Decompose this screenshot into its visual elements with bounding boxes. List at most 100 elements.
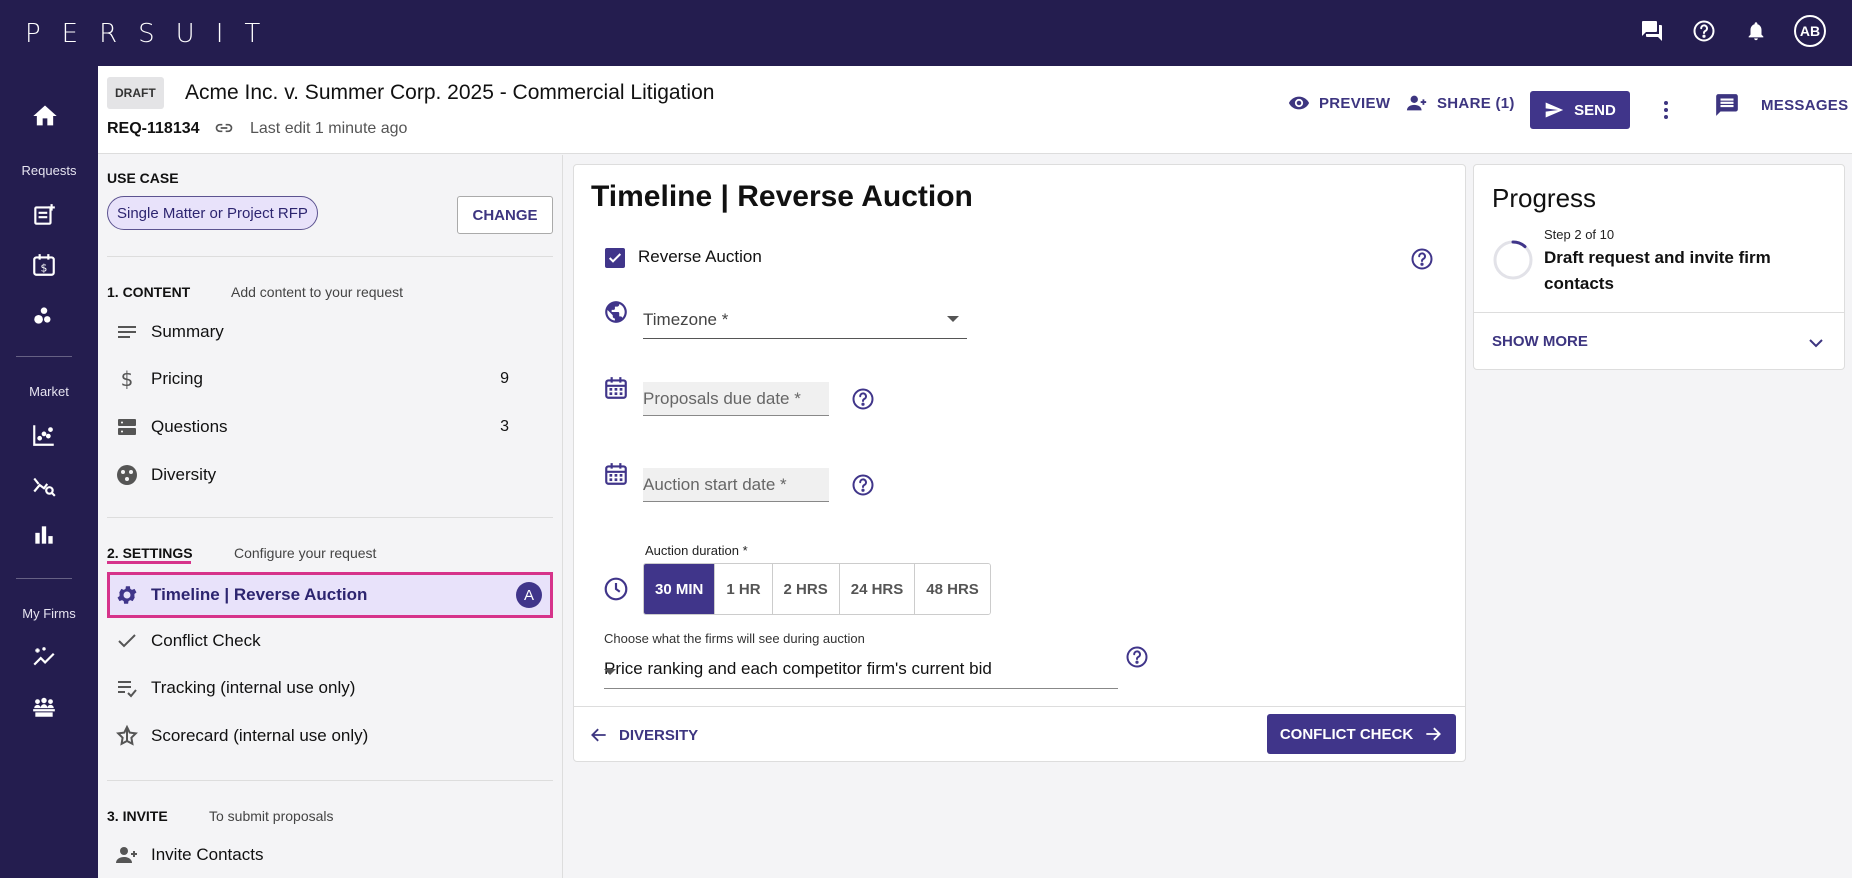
request-header: DRAFT Acme Inc. v. Summer Corp. 2025 - C… <box>98 66 1852 154</box>
progress-step-title: Draft request and invite firm contacts <box>1544 248 1771 293</box>
send-button[interactable]: SEND <box>1530 91 1630 129</box>
proposals-due-date-placeholder: Proposals due date * <box>643 389 801 408</box>
item-count: 3 <box>500 418 509 435</box>
sidebar-item-label: Conflict Check <box>151 631 261 650</box>
messages-label: MESSAGES <box>1761 96 1849 114</box>
sidebar-item-pricing[interactable]: $ Pricing 9 <box>107 359 553 399</box>
messages-icon <box>1714 92 1740 118</box>
sidebar-item-questions[interactable]: Questions 3 <box>107 407 553 447</box>
timezone-select[interactable]: Timezone * <box>643 301 967 339</box>
request-sections-panel: USE CASE Single Matter or Project RFP CH… <box>98 155 563 878</box>
active-section-underline <box>107 561 191 564</box>
duration-option-48hrs[interactable]: 48 HRS <box>914 564 990 614</box>
nav-divider <box>16 356 72 357</box>
help-icon[interactable] <box>1410 247 1434 271</box>
playlist-check-icon <box>115 676 139 700</box>
use-case-chip: Single Matter or Project RFP <box>107 196 318 230</box>
visibility-select[interactable]: Price ranking and each competitor firm's… <box>604 653 1118 689</box>
sidebar-item-label: Timeline | Reverse Auction <box>151 585 368 604</box>
chat-icon[interactable] <box>1638 17 1666 45</box>
card-footer-divider <box>574 706 1465 707</box>
calendar-dollar-icon[interactable]: $ <box>31 252 59 280</box>
user-avatar[interactable]: AB <box>1794 15 1826 47</box>
help-icon[interactable] <box>851 473 875 497</box>
next-conflict-check-button[interactable]: CONFLICT CHECK <box>1267 714 1456 754</box>
section-content-subtitle: Add content to your request <box>231 284 403 300</box>
progress-title: Progress <box>1492 183 1597 213</box>
arrow-back-icon <box>589 725 609 745</box>
duration-option-24hrs[interactable]: 24 HRS <box>838 564 915 614</box>
help-icon[interactable] <box>851 387 875 411</box>
home-icon[interactable] <box>31 102 59 130</box>
help-icon[interactable] <box>1125 645 1149 669</box>
duration-option-2hrs[interactable]: 2 HRS <box>771 564 839 614</box>
person-add-icon <box>1406 92 1428 114</box>
chevron-down-icon[interactable] <box>1804 331 1828 355</box>
sidebar-item-conflict-check[interactable]: Conflict Check <box>107 621 553 661</box>
share-label: SHARE (1) <box>1437 94 1515 112</box>
duration-option-1hr[interactable]: 1 HR <box>714 564 772 614</box>
svg-text:$: $ <box>41 262 48 275</box>
auction-start-date-field[interactable]: Auction start date * <box>643 468 829 502</box>
help-icon[interactable] <box>1690 17 1718 45</box>
auction-start-date-placeholder: Auction start date * <box>643 475 787 494</box>
sidebar-item-timeline-reverse-auction[interactable]: Timeline | Reverse Auction A <box>107 572 553 618</box>
link-icon[interactable] <box>214 118 234 138</box>
top-app-bar: PERSUIT AB <box>0 0 1852 66</box>
groups-icon[interactable] <box>31 694 59 722</box>
reverse-auction-checkbox[interactable] <box>605 248 625 268</box>
request-title: Acme Inc. v. Summer Corp. 2025 - Commerc… <box>185 81 715 104</box>
eye-icon <box>1288 92 1310 114</box>
preview-label: PREVIEW <box>1319 94 1391 112</box>
add-request-icon[interactable] <box>31 202 59 230</box>
next-label: CONFLICT CHECK <box>1279 725 1414 743</box>
progress-spinner-icon <box>1492 239 1534 281</box>
sidebar-item-label: Summary <box>151 322 224 341</box>
sidebar-item-tracking[interactable]: Tracking (internal use only) <box>107 668 553 708</box>
dropdown-arrow-icon <box>947 316 959 322</box>
sidebar-item-invite-contacts[interactable]: Invite Contacts <box>107 835 553 875</box>
storage-icon <box>115 415 139 439</box>
show-more-button[interactable]: SHOW MORE <box>1492 333 1588 350</box>
check-icon <box>115 629 139 653</box>
change-use-case-button[interactable]: CHANGE <box>457 196 553 234</box>
persuit-logo[interactable]: PERSUIT <box>25 19 281 49</box>
use-case-label: USE CASE <box>107 170 179 186</box>
palette-icon <box>115 463 139 487</box>
sidebar-item-label: Diversity <box>151 465 217 484</box>
request-id: REQ-118134 <box>107 120 200 137</box>
scatter-chart-icon[interactable] <box>31 422 59 450</box>
item-count: 9 <box>500 370 509 387</box>
divider <box>107 780 553 781</box>
send-icon <box>1544 100 1564 120</box>
nav-section-myfirms-label: My Firms <box>22 606 76 621</box>
page-title: Timeline | Reverse Auction <box>591 180 973 213</box>
bubbles-icon[interactable] <box>31 302 59 330</box>
back-label: DIVERSITY <box>619 726 699 744</box>
preview-button[interactable]: PREVIEW <box>1288 92 1390 114</box>
analytics-search-icon[interactable] <box>31 472 59 500</box>
proposals-due-date-field[interactable]: Proposals due date * <box>643 382 829 416</box>
left-nav-rail: Requests $ Market My Firms <box>0 66 98 878</box>
bell-icon[interactable] <box>1742 17 1770 45</box>
back-diversity-button[interactable]: DIVERSITY <box>589 725 698 745</box>
sidebar-item-scorecard[interactable]: Scorecard (internal use only) <box>107 716 553 756</box>
sparkle-chart-icon[interactable] <box>31 644 59 672</box>
section-invite-heading: 3. INVITE <box>107 808 168 824</box>
divider <box>107 517 553 518</box>
visibility-label: Choose what the firms will see during au… <box>604 631 865 646</box>
nav-divider <box>16 578 72 579</box>
messages-button[interactable]: MESSAGES <box>1714 92 1848 118</box>
calendar-icon <box>603 461 631 489</box>
sidebar-item-diversity[interactable]: Diversity <box>107 455 553 495</box>
notes-icon <box>115 320 139 344</box>
share-button[interactable]: SHARE (1) <box>1406 92 1515 114</box>
last-edit-text: Last edit 1 minute ago <box>250 120 408 137</box>
sidebar-item-summary[interactable]: Summary <box>107 312 553 352</box>
bar-chart-icon[interactable] <box>31 522 59 550</box>
nav-section-market-label: Market <box>29 384 69 399</box>
duration-option-30min[interactable]: 30 MIN <box>644 564 715 614</box>
more-vert-icon[interactable] <box>1654 98 1678 122</box>
divider <box>1474 312 1844 313</box>
arrow-forward-icon <box>1423 724 1443 744</box>
